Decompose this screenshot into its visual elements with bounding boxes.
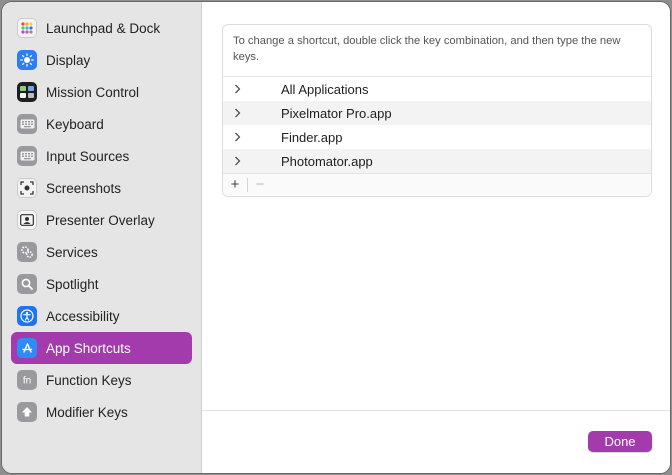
chevron-right-icon[interactable]	[227, 108, 247, 118]
row-label: Finder.app	[281, 129, 343, 145]
function-keys-icon: fn	[17, 370, 37, 390]
table-row[interactable]: Finder.app	[223, 125, 651, 149]
presenter-overlay-icon	[17, 210, 37, 230]
modifier-keys-icon	[17, 402, 37, 422]
sidebar-item-keyboard[interactable]: Keyboard	[11, 108, 192, 140]
accessibility-icon	[17, 306, 37, 326]
chevron-right-icon[interactable]	[227, 84, 247, 94]
keyboard-icon	[17, 114, 37, 134]
shortcuts-panel: To change a shortcut, double click the k…	[222, 24, 652, 197]
add-button[interactable]: +	[223, 174, 247, 196]
launchpad-icon	[17, 18, 37, 38]
sidebar-item-modifier-keys[interactable]: Modifier Keys	[11, 396, 192, 428]
sidebar-item-label: Function Keys	[46, 372, 132, 388]
spotlight-icon	[17, 274, 37, 294]
row-label: Pixelmator Pro.app	[281, 105, 392, 121]
input-sources-icon	[17, 146, 37, 166]
sidebar-item-accessibility[interactable]: Accessibility	[11, 300, 192, 332]
table-row[interactable]: Pixelmator Pro.app	[223, 101, 651, 125]
display-icon	[17, 50, 37, 70]
done-button[interactable]: Done	[588, 431, 652, 452]
sidebar-item-mission-control[interactable]: Mission Control	[11, 76, 192, 108]
sidebar-item-display[interactable]: Display	[11, 44, 192, 76]
sidebar-item-spotlight[interactable]: Spotlight	[11, 268, 192, 300]
app-shortcuts-icon	[17, 338, 37, 358]
mission-control-icon	[17, 82, 37, 102]
sidebar-item-label: Services	[46, 244, 98, 260]
chevron-right-icon[interactable]	[227, 132, 247, 142]
sidebar-item-label: Presenter Overlay	[46, 212, 155, 228]
sidebar-item-label: Mission Control	[46, 84, 140, 100]
table-row[interactable]: All Applications	[223, 77, 651, 101]
sidebar-item-launchpad-dock[interactable]: Launchpad & Dock	[11, 12, 192, 44]
chevron-right-icon[interactable]	[227, 156, 247, 166]
sidebar-item-label: Modifier Keys	[46, 404, 128, 420]
svg-text:fn: fn	[23, 376, 31, 387]
dialog-footer: Done	[202, 410, 670, 473]
instructions-text: To change a shortcut, double click the k…	[223, 25, 651, 77]
sidebar-item-app-shortcuts[interactable]: App Shortcuts	[11, 332, 192, 364]
row-label: Photomator.app	[281, 153, 373, 169]
remove-button[interactable]: −	[248, 174, 272, 196]
sidebar-item-presenter-overlay[interactable]: Presenter Overlay	[11, 204, 192, 236]
sidebar-item-input-sources[interactable]: Input Sources	[11, 140, 192, 172]
main-content: To change a shortcut, double click the k…	[202, 2, 670, 473]
sidebar-item-label: Screenshots	[46, 180, 122, 196]
settings-window: Launchpad & Dock Display Mission Control…	[2, 2, 670, 473]
sidebar-item-label: App Shortcuts	[46, 340, 131, 356]
row-label: All Applications	[281, 81, 369, 97]
list-toolbar: + −	[223, 173, 651, 195]
sidebar: Launchpad & Dock Display Mission Control…	[2, 2, 202, 473]
sidebar-item-label: Display	[46, 52, 91, 68]
sidebar-item-screenshots[interactable]: Screenshots	[11, 172, 192, 204]
sidebar-item-label: Spotlight	[46, 276, 99, 292]
sidebar-item-label: Keyboard	[46, 116, 104, 132]
sidebar-item-label: Launchpad & Dock	[46, 20, 161, 36]
screenshots-icon	[17, 178, 37, 198]
sidebar-item-label: Accessibility	[46, 308, 120, 324]
sidebar-item-function-keys[interactable]: fn Function Keys	[11, 364, 192, 396]
services-icon	[17, 242, 37, 262]
table-row[interactable]: Photomator.app	[223, 149, 651, 173]
sidebar-item-label: Input Sources	[46, 148, 130, 164]
sidebar-item-services[interactable]: Services	[11, 236, 192, 268]
